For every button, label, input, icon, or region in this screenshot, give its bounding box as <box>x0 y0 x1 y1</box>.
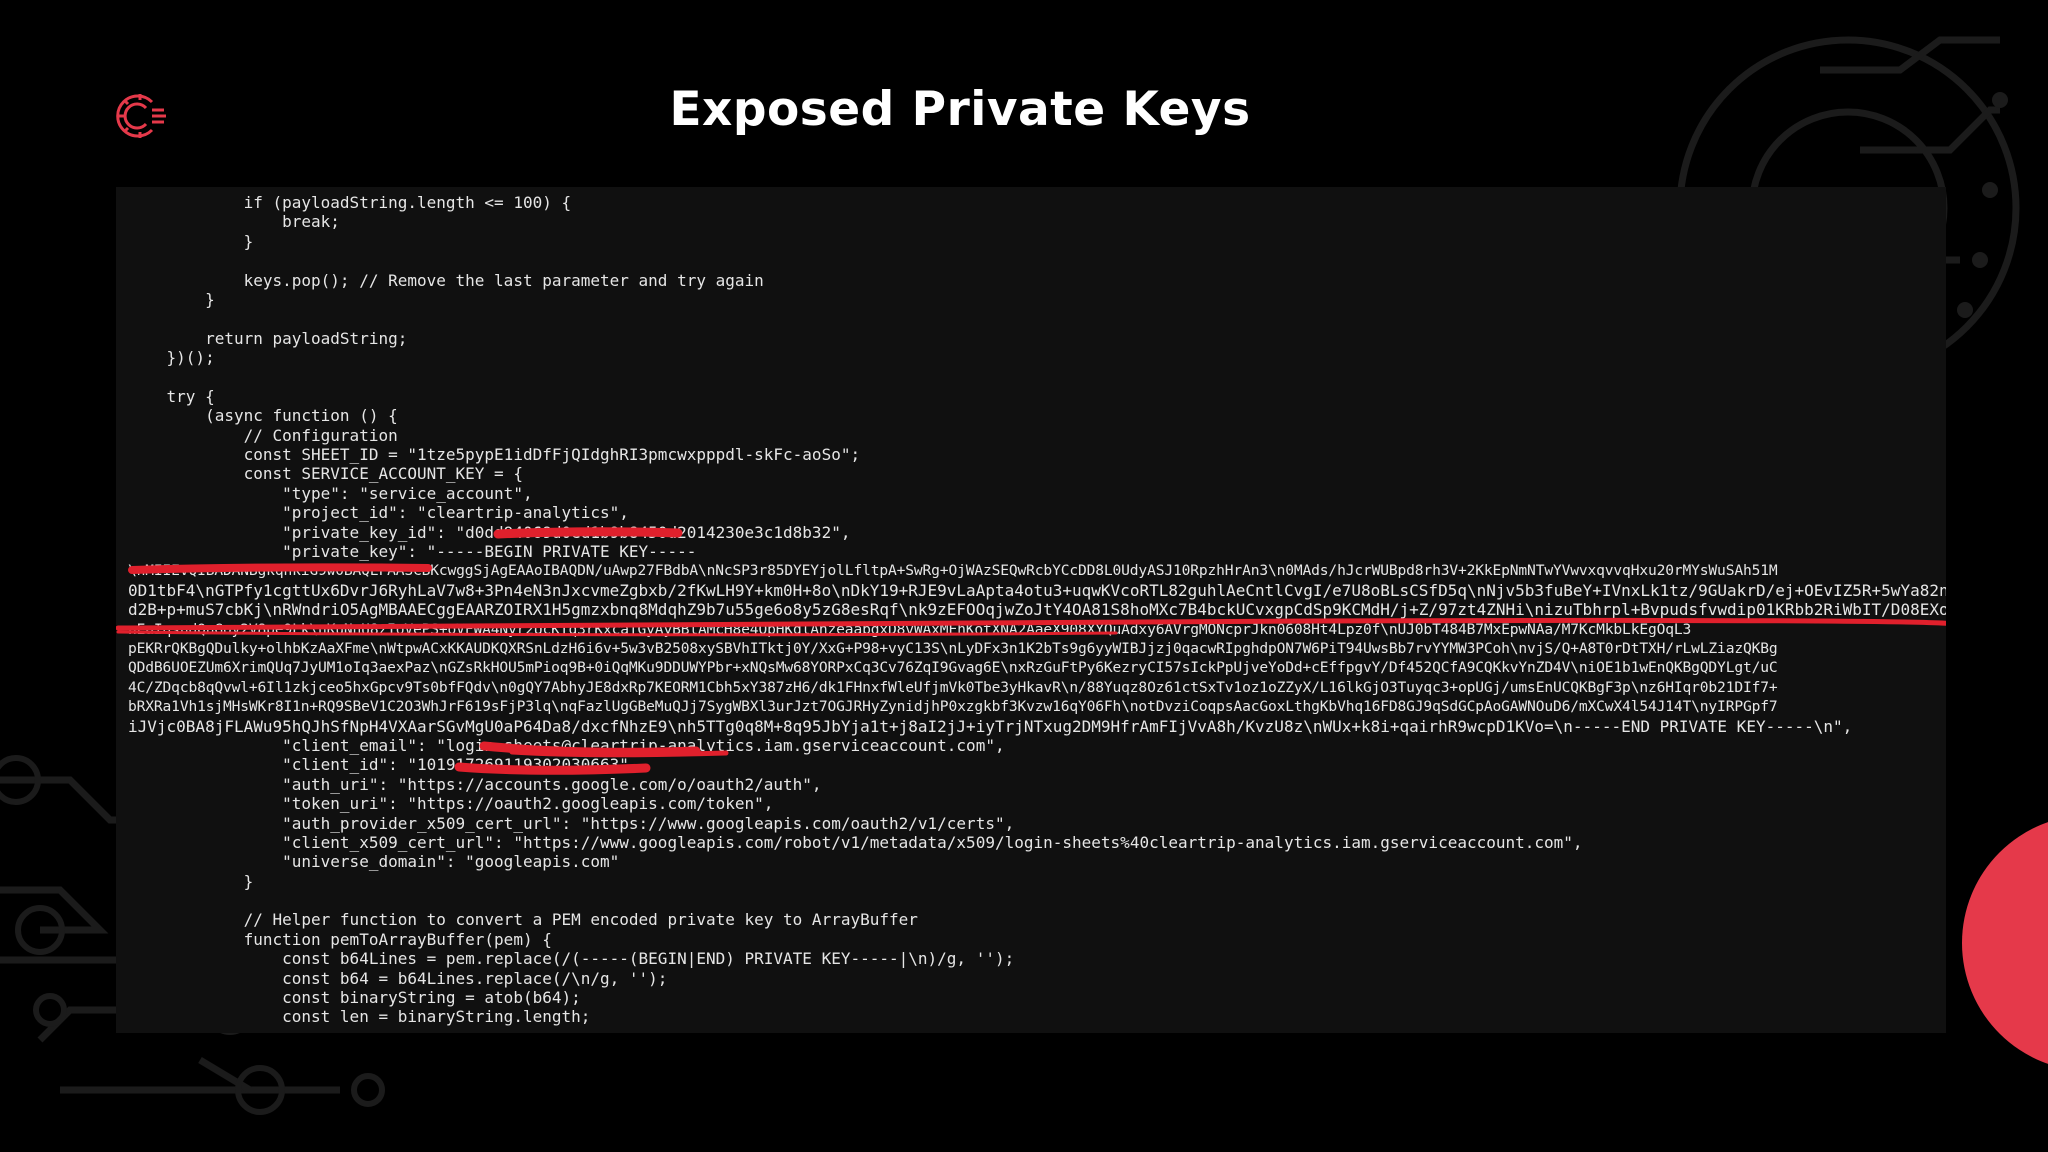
accent-circle <box>1962 822 2048 1064</box>
code-line: (async function () { <box>128 406 398 426</box>
code-line: d2B+p+muS7cbKj\nRWndriO5AgMBAAECggEAARZO… <box>128 600 1946 620</box>
code-line: \nMIIEvQIBADANBgkqhkiG9w0BAQEFAASCBKcwgg… <box>128 562 1778 580</box>
code-line: "token_uri": "https://oauth2.googleapis.… <box>128 794 774 814</box>
code-line: "type": "service_account", <box>128 483 533 503</box>
code-line: "private_key_id": "d0dd94069d0ed1b9b8450… <box>128 522 851 542</box>
code-line: "universe_domain": "googleapis.com" <box>128 852 620 872</box>
code-line: // Configuration <box>128 425 398 445</box>
code-line: const SERVICE_ACCOUNT_KEY = { <box>128 464 523 484</box>
code-line: break; <box>128 212 340 232</box>
code-line: QDdB6UOEZUm6XrimQUq7JyUM1oIq3aexPaz\nGZs… <box>128 659 1778 677</box>
code-line: try { <box>128 386 215 406</box>
code-line: 4C/ZDqcb8qQvwl+6Il1zkjceo5hxGpcv9Ts0bfFQ… <box>128 678 1778 696</box>
code-line: iJVjc0BA8jFLAWu95hQJhSfNpH4VXAarSGvMgU0a… <box>128 716 1853 736</box>
code-line: function pemToArrayBuffer(pem) { <box>128 929 552 949</box>
code-line: // Helper function to convert a PEM enco… <box>128 910 918 930</box>
code-line: 0D1tbF4\nGTPfy1cgttUx6DvrJ6RyhLaV7w8+3Pn… <box>128 580 1946 600</box>
code-line: "client_email": "login-sheets@cleartrip-… <box>128 735 1005 755</box>
code-line: const b64Lines = pem.replace(/(-----(BEG… <box>128 949 1015 969</box>
code-line: nEaIqsudQnGoy2V8pe9Lk\nKuNnU8zIoVePS+oVF… <box>128 620 1692 638</box>
code-line: "client_x509_cert_url": "https://www.goo… <box>128 832 1583 852</box>
code-line: "private_key": "-----BEGIN PRIVATE KEY--… <box>128 542 697 562</box>
code-line: pEKRrQKBgQDulky+olhbKzAaXFme\nWtpwACxKKA… <box>128 639 1778 657</box>
code-block: if (payloadString.length <= 100) { break… <box>128 193 1946 1027</box>
code-line: "client_id": "101917269119302030663", <box>128 755 639 775</box>
code-line: } <box>128 871 254 891</box>
page-title: Exposed Private Keys <box>669 82 1251 137</box>
code-line: } <box>128 231 254 251</box>
code-line: const len = binaryString.length; <box>128 1007 591 1027</box>
code-line: "auth_uri": "https://accounts.google.com… <box>128 774 822 794</box>
code-line: keys.pop(); // Remove the last parameter… <box>128 270 764 290</box>
code-line: const binaryString = atob(b64); <box>128 988 581 1008</box>
code-line: const SHEET_ID = "1tze5pypE1idDfFjQIdghR… <box>128 445 861 465</box>
code-line: "auth_provider_x509_cert_url": "https://… <box>128 813 1015 833</box>
code-line: if (payloadString.length <= 100) { <box>128 193 572 212</box>
code-line: "project_id": "cleartrip-analytics", <box>128 503 629 523</box>
code-line: bRXRa1Vh1sjMHsWKr8I1n+RQ9SBeV1C2O3WhJrF6… <box>128 698 1778 716</box>
code-line: const b64 = b64Lines.replace(/\n/g, ''); <box>128 968 668 988</box>
code-screenshot-panel: if (payloadString.length <= 100) { break… <box>116 187 1946 1033</box>
code-line: })(); <box>128 348 215 368</box>
code-line: return payloadString; <box>128 328 408 348</box>
code-line: } <box>128 289 215 309</box>
